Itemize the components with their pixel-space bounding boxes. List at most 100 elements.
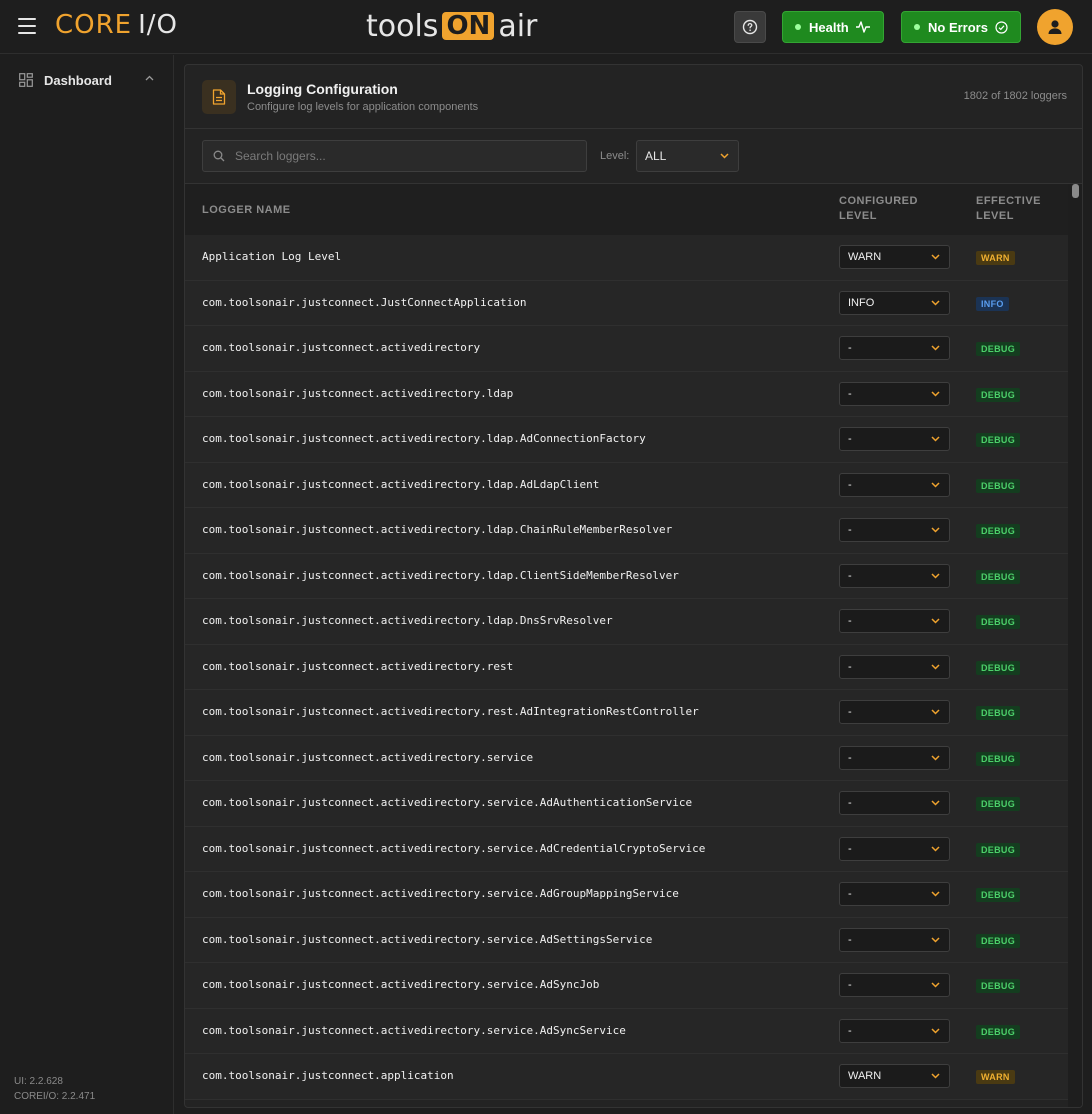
configured-level-value: -	[848, 888, 852, 900]
sidebar-item-label: Dashboard	[44, 72, 112, 88]
configured-level-select[interactable]: WARN	[839, 245, 950, 269]
chevron-down-icon	[931, 572, 940, 579]
effective-level-badge: DEBUG	[976, 933, 1021, 948]
logger-name: com.toolsonair.justconnect.activedirecto…	[202, 523, 673, 536]
logger-name: com.toolsonair.justconnect.activedirecto…	[202, 386, 514, 400]
configured-level-select[interactable]: -	[839, 336, 950, 360]
logger-table-body: Application Log Level WARN WARN com.toolson…	[185, 235, 1070, 1100]
user-avatar[interactable]	[1037, 9, 1073, 45]
health-status-dot	[795, 24, 801, 30]
search-input[interactable]	[235, 149, 565, 163]
chevron-down-icon	[931, 1027, 940, 1034]
effective-level-badge: DEBUG	[976, 433, 1021, 447]
configured-level-select[interactable]: -	[839, 700, 950, 724]
help-button[interactable]	[734, 11, 766, 43]
chevron-down-icon	[931, 891, 940, 897]
chevron-down-icon	[931, 345, 940, 351]
chevron-down-icon	[931, 481, 940, 488]
help-icon	[742, 19, 758, 35]
configured-level-value: -	[848, 615, 852, 627]
configured-level-select[interactable]: -	[839, 745, 950, 770]
logger-name: com.toolsonair.justconnect.activedirecto…	[202, 705, 699, 718]
page-subtitle: Configure log levels for application com…	[247, 101, 479, 113]
chevron-down-icon	[931, 436, 940, 442]
logo-core-text: CORE	[55, 10, 133, 40]
configured-level-value: -	[848, 933, 852, 946]
logger-name: com.toolsonair.justconnect.activedirecto…	[202, 1023, 626, 1037]
search-icon	[213, 150, 225, 162]
configured-level-select[interactable]: -	[839, 654, 950, 679]
table-row: com.toolsonair.justconnect.activedirecto…	[185, 963, 1070, 1009]
configured-level-select[interactable]: -	[839, 1018, 950, 1043]
logger-name: com.toolsonair.justconnect.application	[202, 1069, 454, 1082]
level-filter-label: Level:	[600, 150, 630, 162]
health-label: Health	[809, 19, 849, 35]
table-row: com.toolsonair.justconnect.activedirecto…	[185, 1008, 1070, 1054]
menu-icon[interactable]	[18, 18, 36, 34]
configured-level-value: INFO	[848, 296, 875, 309]
configured-level-select[interactable]: INFO	[839, 290, 950, 315]
logger-name: com.toolsonair.justconnect.activedirecto…	[202, 614, 613, 627]
logger-name: Application Log Level	[202, 250, 342, 263]
table-row: com.toolsonair.justconnect.activedirecto…	[185, 417, 1070, 463]
column-header-logger-name[interactable]: LOGGER NAME	[202, 203, 291, 218]
errors-button[interactable]: No Errors	[901, 11, 1021, 43]
errors-status-dot	[914, 24, 920, 30]
logger-name: com.toolsonair.justconnect.activedirecto…	[202, 796, 693, 809]
panel-header: Logging Configuration Configure log leve…	[185, 65, 1082, 129]
table-row: com.toolsonair.justconnect.activedirecto…	[185, 644, 1070, 690]
logging-panel: Logging Configuration Configure log leve…	[184, 64, 1083, 1108]
configured-level-select[interactable]: -	[839, 472, 950, 497]
core-io-logo[interactable]: CORE I/O	[55, 10, 178, 40]
effective-level-badge: DEBUG	[976, 979, 1021, 993]
configured-level-value: -	[848, 1024, 852, 1037]
configured-level-select[interactable]: -	[839, 518, 950, 542]
activity-icon	[855, 21, 870, 33]
logger-name: com.toolsonair.justconnect.JustConnectAp…	[202, 295, 527, 309]
configured-level-select[interactable]: -	[839, 882, 950, 906]
column-header-effective-level[interactable]: EFFECTIVE LEVEL	[976, 194, 1056, 224]
configured-level-select[interactable]: -	[839, 836, 950, 861]
configured-level-select[interactable]: -	[839, 563, 950, 588]
configured-level-select[interactable]: -	[839, 927, 950, 952]
errors-label: No Errors	[928, 19, 988, 35]
table-row: com.toolsonair.justconnect.activedirecto…	[185, 462, 1070, 508]
effective-level-badge: DEBUG	[976, 524, 1021, 538]
logger-name: com.toolsonair.justconnect.activedirecto…	[202, 432, 646, 445]
chevron-down-icon	[720, 153, 729, 159]
configured-level-value: -	[848, 979, 852, 991]
level-filter-select[interactable]: ALL	[636, 140, 739, 172]
configured-level-value: -	[848, 751, 852, 764]
configured-level-value: -	[848, 842, 852, 855]
chevron-down-icon	[931, 1073, 940, 1079]
search-box[interactable]	[202, 140, 587, 172]
configured-level-select[interactable]: -	[839, 427, 950, 451]
configured-level-select[interactable]: -	[839, 381, 950, 406]
column-header-configured-level[interactable]: CONFIGURED LEVEL	[839, 194, 929, 224]
configured-level-select[interactable]: -	[839, 609, 950, 633]
tools-on-air-logo: tools ON air	[366, 8, 537, 44]
effective-level-badge: DEBUG	[976, 797, 1021, 811]
health-button[interactable]: Health	[782, 11, 884, 43]
effective-level-badge: DEBUG	[976, 751, 1021, 766]
sidebar-item-dashboard[interactable]: Dashboard	[0, 65, 174, 95]
configured-level-select[interactable]: -	[839, 791, 950, 815]
scrollbar-thumb[interactable]	[1072, 184, 1079, 198]
effective-level-badge: DEBUG	[976, 706, 1021, 720]
table-row: com.toolsonair.justconnect.activedirecto…	[185, 781, 1070, 827]
effective-level-badge: DEBUG	[976, 342, 1021, 356]
chevron-down-icon	[931, 936, 940, 943]
scrollbar[interactable]	[1068, 184, 1082, 1107]
chevron-down-icon	[931, 254, 940, 260]
configured-level-select[interactable]: WARN	[839, 1064, 950, 1088]
page-title: Logging Configuration	[247, 81, 398, 97]
configured-level-value: WARN	[848, 251, 882, 263]
chevron-up-icon[interactable]	[145, 75, 154, 81]
configured-level-select[interactable]: -	[839, 973, 950, 997]
table-row: com.toolsonair.justconnect.activedirecto…	[185, 872, 1070, 918]
configured-level-value: -	[848, 478, 852, 491]
effective-level-badge: DEBUG	[976, 615, 1021, 629]
dashboard-icon	[19, 73, 33, 87]
table-row: com.toolsonair.justconnect.activedirecto…	[185, 553, 1070, 599]
core-version: COREI/O: 2.2.471	[14, 1091, 96, 1102]
